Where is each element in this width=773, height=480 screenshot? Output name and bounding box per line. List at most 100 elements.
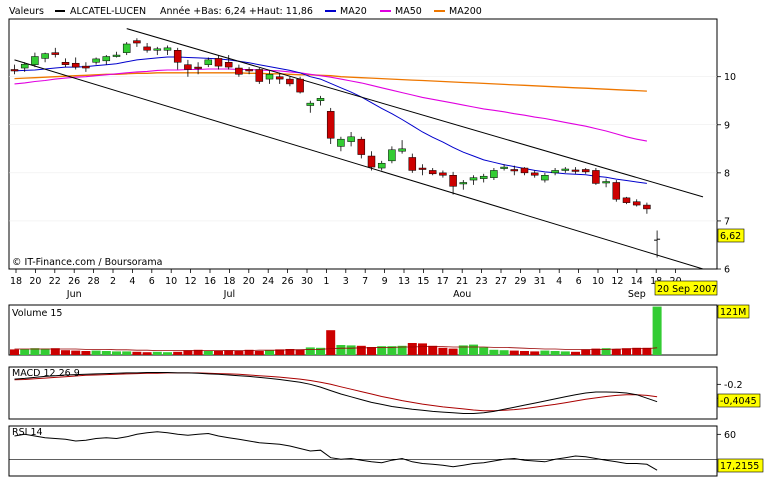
x-tick-label: 7 [362, 276, 368, 287]
valeurs-label: Valeurs [9, 6, 44, 17]
x-tick-label: 28 [88, 276, 100, 287]
x-tick-label: 22 [49, 276, 61, 287]
x-tick-label: 12 [611, 276, 623, 287]
chart-canvas: Valeurs ALCATEL-LUCEN Année +Bas: 6,24 +… [8, 6, 764, 477]
volume-bar [81, 351, 91, 355]
volume-bar [346, 345, 356, 355]
volume-bar [438, 347, 448, 355]
volume-bar [305, 347, 315, 355]
candle-body [561, 168, 570, 171]
candle-body [622, 197, 631, 203]
candle-body [541, 175, 549, 181]
candle-body [602, 181, 610, 184]
candle-body [194, 66, 202, 69]
volume-bar [132, 351, 142, 355]
chart-legend: Valeurs ALCATEL-LUCEN Année +Bas: 6,24 +… [9, 6, 482, 17]
volume-bar [214, 351, 223, 355]
x-tick-label: 26 [282, 276, 294, 287]
x-tick-label: 27 [495, 276, 507, 287]
volume-bar [581, 349, 591, 355]
x-tick-label: 21 [456, 276, 468, 287]
price-ytick-label: 6 [724, 265, 730, 276]
volume-bar [479, 347, 489, 355]
macd-ytick-label: -0.2 [724, 380, 743, 391]
rsi-value-label: 17,2155 [720, 461, 759, 472]
volume-bar [234, 350, 244, 355]
trendline [126, 28, 704, 198]
candle-body [377, 162, 386, 169]
candle-body [612, 182, 621, 200]
ma200-legend-label: MA200 [449, 6, 482, 17]
rsi-panel [8, 425, 718, 477]
x-tick-label: 6 [576, 276, 582, 287]
price-ytick-label: 7 [724, 216, 730, 227]
rsi-title: RSI 14 [12, 427, 43, 438]
volume-bar [61, 350, 70, 355]
candle-body [10, 69, 19, 72]
candle-body [112, 54, 121, 57]
volume-bar [560, 351, 570, 355]
instrument-label: ALCATEL-LUCEN [70, 6, 146, 17]
x-tick-label: 3 [343, 276, 349, 287]
candle-body [51, 52, 60, 55]
volume-bar [336, 345, 346, 355]
volume-bar [20, 349, 30, 355]
candle-body [265, 74, 274, 80]
x-tick-label: 16 [204, 276, 216, 287]
x-tick-label: 17 [437, 276, 449, 287]
candle-body [520, 167, 529, 174]
volume-bar [40, 348, 50, 355]
x-tick-label: 18 [223, 276, 235, 287]
volume-bar [448, 348, 458, 355]
candle-body [357, 138, 366, 155]
volume-bar [203, 350, 213, 355]
candle-body [61, 62, 70, 65]
candle-body [469, 177, 478, 181]
candle-body [490, 170, 498, 178]
volume-bar [550, 351, 560, 355]
month-label: Sep [628, 289, 646, 300]
candle-body [632, 201, 641, 206]
volume-bar [367, 347, 376, 355]
macd-value-label: -0,4045 [720, 396, 757, 407]
date-label: 20 Sep 2007 [657, 284, 717, 295]
x-tick-label: 20 [243, 276, 255, 287]
volume-average-line [14, 346, 658, 352]
trendline [14, 59, 704, 269]
rsi-ytick-label: 60 [724, 430, 736, 441]
candle-body [214, 58, 223, 67]
candle-body [235, 67, 243, 75]
volume-bar [10, 349, 19, 355]
volume-bar [499, 350, 509, 355]
volume-bar [428, 345, 438, 355]
volume-bar [418, 343, 427, 355]
volume-bar [152, 351, 162, 355]
ma50-legend-label: MA50 [395, 6, 422, 17]
volume-bar [163, 352, 172, 355]
price-ytick-label: 10 [724, 72, 736, 83]
candle-body [245, 69, 253, 72]
candle-body [449, 175, 457, 187]
current-price-label: 6,62 [720, 231, 741, 242]
candle-body [510, 169, 519, 172]
volume-bar [91, 350, 101, 355]
x-tick-label: 31 [534, 276, 546, 287]
candle-body [296, 78, 304, 93]
candle-body [286, 78, 294, 85]
volume-bar [112, 351, 121, 355]
volume-bar [356, 345, 366, 355]
rsi-line [14, 431, 658, 471]
candle-body [439, 172, 447, 176]
volume-bar [509, 350, 519, 355]
x-tick-label: 4 [556, 276, 562, 287]
candle-body [204, 59, 213, 65]
candle-body [479, 175, 488, 179]
x-tick-label: 4 [129, 276, 135, 287]
candle-body [347, 136, 355, 142]
volume-bar [611, 349, 621, 355]
volume-bar [571, 351, 580, 355]
volume-bar [407, 343, 417, 355]
x-tick-label: 15 [417, 276, 429, 287]
x-tick-label: 18 [10, 276, 22, 287]
candle-body [367, 155, 376, 168]
